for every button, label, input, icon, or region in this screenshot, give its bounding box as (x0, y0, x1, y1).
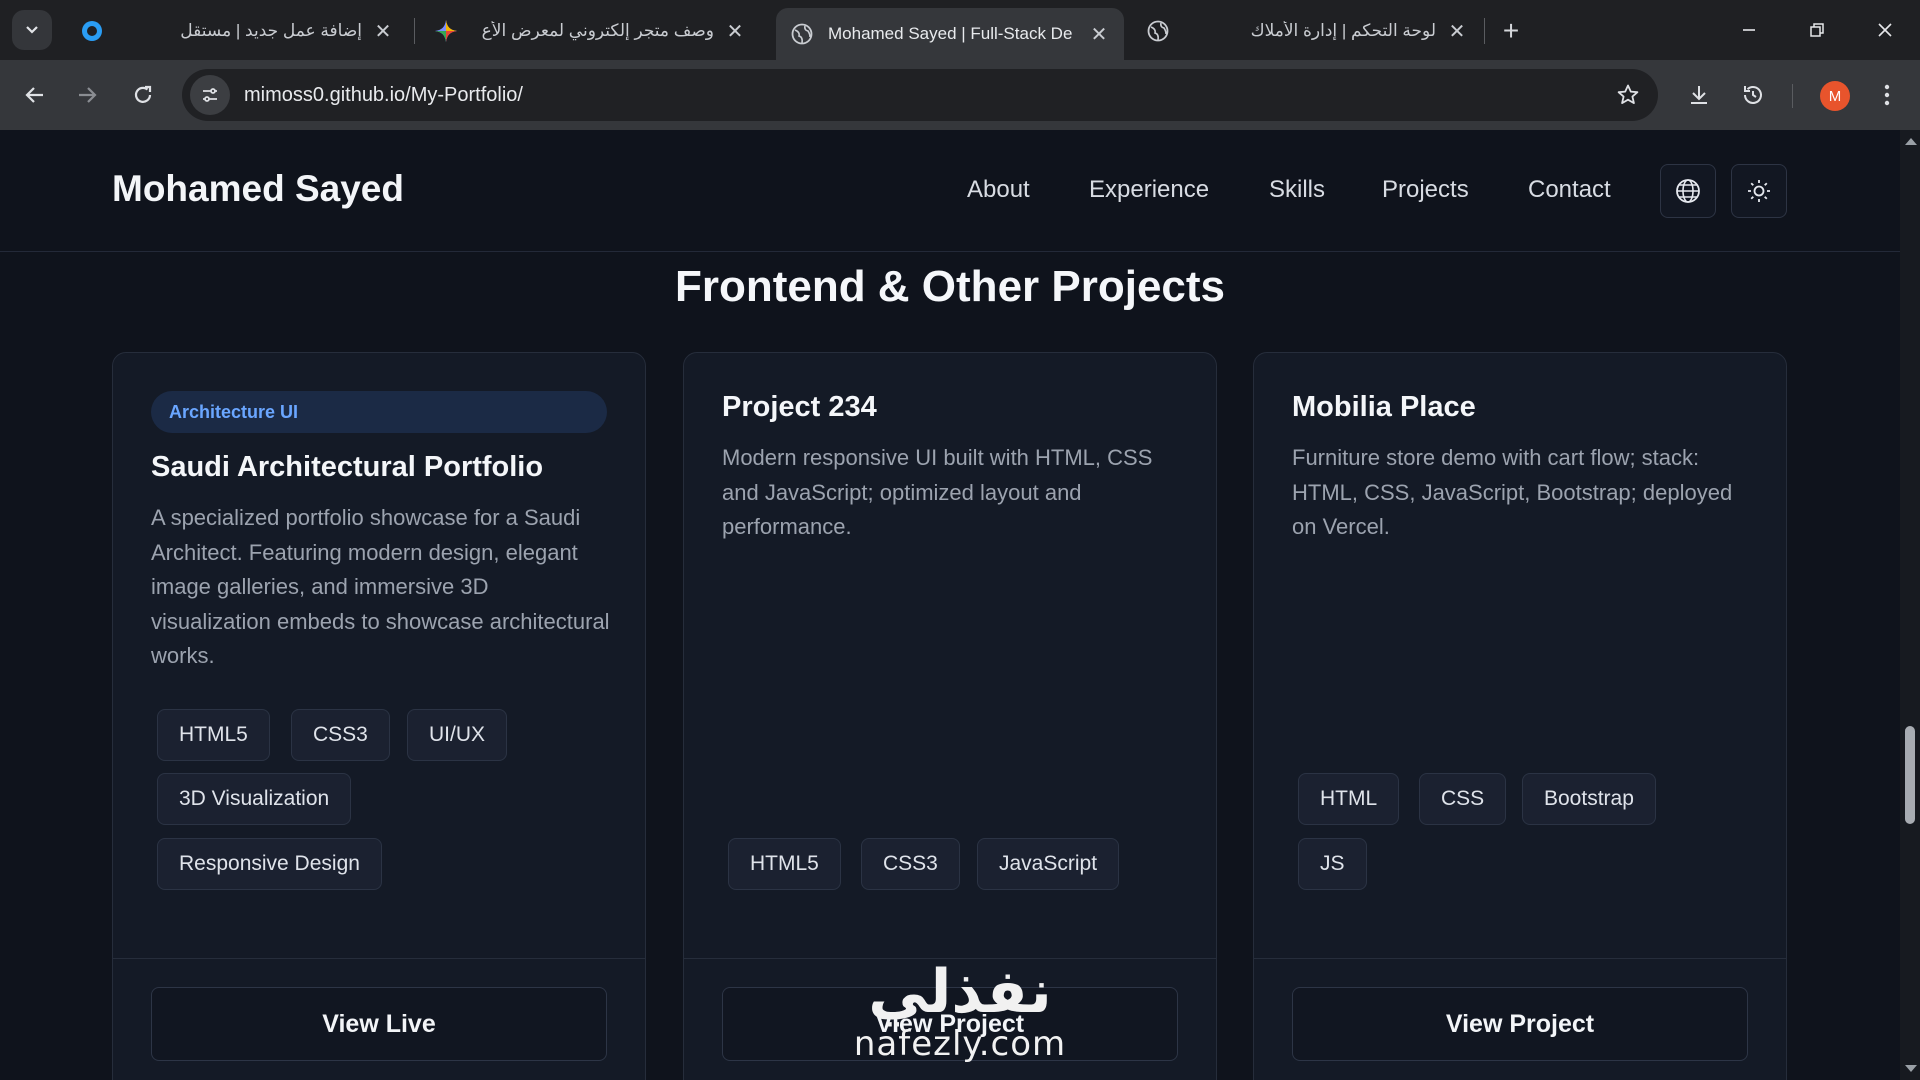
restore-icon (1810, 23, 1824, 37)
toolbar-divider (1792, 84, 1793, 108)
downloads-button[interactable] (1680, 76, 1718, 114)
more-vertical-icon (1884, 84, 1890, 106)
close-icon[interactable]: ✕ (372, 20, 394, 43)
close-window-button[interactable] (1862, 12, 1908, 48)
site-settings-icon[interactable] (190, 75, 230, 115)
browser-toolbar: mimoss0.github.io/My-Portfolio/ (0, 60, 1920, 130)
tab-divider (1484, 18, 1485, 44)
view-project-button[interactable]: View Project (722, 987, 1178, 1061)
language-button[interactable] (1660, 164, 1716, 218)
web-page: Mohamed Sayed About Experience Skills Pr… (0, 130, 1900, 1080)
arrow-right-icon (79, 87, 97, 103)
close-icon[interactable]: ✕ (724, 20, 746, 43)
project-description: A specialized portfolio showcase for a S… (151, 505, 610, 668)
reload-button[interactable] (124, 76, 162, 114)
nav-about[interactable]: About (967, 176, 1030, 204)
tab-divider (414, 18, 415, 44)
address-bar[interactable]: mimoss0.github.io/My-Portfolio/ (182, 69, 1658, 121)
url-text: mimoss0.github.io/My-Portfolio/ (244, 83, 523, 106)
project-title: Mobilia Place (1292, 391, 1476, 423)
globe-icon (790, 22, 814, 46)
scroll-down-arrow[interactable] (1905, 1065, 1917, 1072)
nav-skills[interactable]: Skills (1269, 176, 1325, 204)
tech-tag: CSS3 (861, 838, 960, 890)
history-icon (1744, 86, 1762, 104)
scroll-up-arrow[interactable] (1905, 138, 1917, 145)
page-scrollbar[interactable] (1900, 130, 1920, 1080)
site-header: Mohamed Sayed About Experience Skills Pr… (0, 130, 1900, 252)
new-tab-button[interactable]: + (1494, 14, 1528, 48)
tech-tag: JS (1298, 838, 1367, 890)
tech-tag: HTML (1298, 773, 1400, 825)
tab-portfolio[interactable]: Mohamed Sayed | Full-Stack De ✕ (776, 8, 1124, 60)
download-icon (1691, 86, 1707, 104)
profile-avatar[interactable]: M (1820, 81, 1850, 111)
site-brand[interactable]: Mohamed Sayed (112, 168, 404, 210)
tech-tag: UI/UX (407, 709, 508, 761)
sun-icon (1748, 180, 1770, 202)
section-title: Frontend & Other Projects (674, 262, 1226, 311)
tab-title: Mohamed Sayed | Full-Stack De (828, 24, 1073, 43)
category-badge: Architecture UI (151, 391, 607, 433)
tab-gemini[interactable]: وصف متجر إلكتروني لمعرض الأع ✕ (420, 8, 760, 54)
view-live-button[interactable]: View Live (151, 987, 607, 1061)
tab-dashboard[interactable]: لوحة التحكم | إدارة الأملاك ✕ (1132, 8, 1482, 54)
browser-menu-button[interactable] (1868, 76, 1906, 114)
tech-tag: HTML5 (157, 709, 270, 761)
nav-projects[interactable]: Projects (1382, 176, 1469, 204)
globe-icon (1676, 179, 1700, 203)
forward-button[interactable] (68, 76, 106, 114)
tab-strip: إضافة عمل جديد | مستقل ✕ وصف متجر إلكترو… (0, 0, 1920, 60)
project-title: Project 234 (722, 391, 877, 423)
bookmark-star-icon[interactable] (1614, 81, 1642, 109)
project-card: Mobilia Place Furniture store demo with … (1253, 352, 1787, 1080)
tech-tag: HTML5 (728, 838, 841, 890)
reload-icon (134, 85, 152, 103)
gemini-sparkle-icon (434, 19, 458, 43)
tab-title: لوحة التحكم | إدارة الأملاك (1250, 21, 1436, 40)
restore-button[interactable] (1794, 12, 1840, 48)
chevron-down-icon (26, 26, 38, 34)
project-description: Furniture store demo with cart flow; sta… (1292, 445, 1733, 539)
close-icon (1878, 23, 1892, 37)
tech-tag: 3D Visualization (157, 773, 352, 825)
theme-toggle-button[interactable] (1731, 164, 1787, 218)
minimize-icon (1743, 29, 1755, 31)
project-title: Saudi Architectural Portfolio (151, 451, 544, 483)
nav-experience[interactable]: Experience (1089, 176, 1209, 204)
minimize-button[interactable] (1726, 12, 1772, 48)
tech-tag: Bootstrap (1522, 773, 1656, 825)
project-description: Modern responsive UI built with HTML, CS… (722, 445, 1153, 539)
history-button[interactable] (1734, 76, 1772, 114)
scrollbar-thumb[interactable] (1905, 726, 1915, 824)
tab-title: وصف متجر إلكتروني لمعرض الأع (481, 21, 714, 40)
tab-mostaql[interactable]: إضافة عمل جديد | مستقل ✕ (66, 8, 408, 54)
back-button[interactable] (16, 76, 54, 114)
project-card: Architecture UI Saudi Architectural Port… (112, 352, 646, 1080)
arrow-left-icon (25, 87, 43, 103)
globe-icon (1146, 19, 1170, 43)
nav-contact[interactable]: Contact (1528, 176, 1611, 204)
mostaql-icon (80, 19, 104, 43)
tech-tag: CSS (1419, 773, 1507, 825)
browser-chrome: إضافة عمل جديد | مستقل ✕ وصف متجر إلكترو… (0, 0, 1920, 130)
tech-tag: CSS3 (291, 709, 390, 761)
project-card: Project 234 Modern responsive UI built w… (683, 352, 1217, 1080)
tech-tag: Responsive Design (157, 838, 382, 890)
tab-search-button[interactable] (12, 10, 52, 50)
tech-tag: JavaScript (977, 838, 1120, 890)
tab-title: إضافة عمل جديد | مستقل (180, 21, 362, 40)
close-icon[interactable]: ✕ (1088, 23, 1110, 46)
close-icon[interactable]: ✕ (1446, 20, 1468, 43)
view-project-button[interactable]: View Project (1292, 987, 1748, 1061)
